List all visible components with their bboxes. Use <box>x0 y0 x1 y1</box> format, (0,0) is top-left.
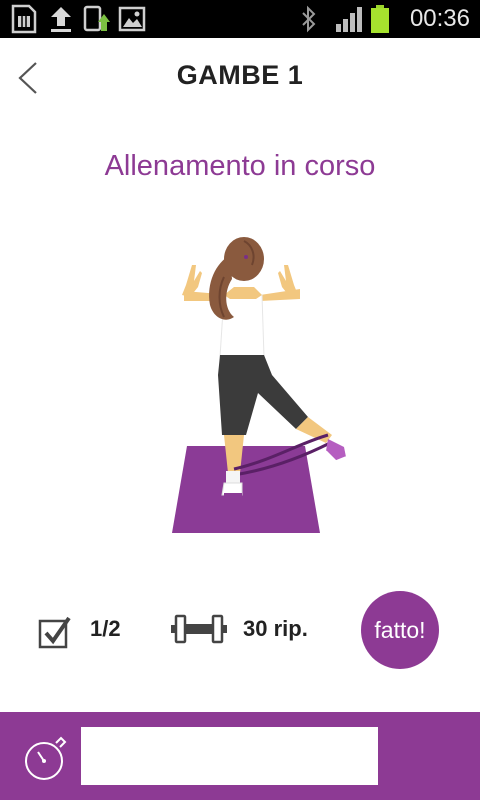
checkbox-checked-icon <box>38 616 71 649</box>
timer-bar <box>0 712 480 800</box>
signal-icon <box>336 7 362 32</box>
leggings <box>218 355 308 435</box>
upload-icon <box>51 7 71 32</box>
exercise-info-row: 1/2 30 rip. fatto! <box>0 590 480 670</box>
reps-count: 30 rip. <box>243 616 308 641</box>
sets-count: 1/2 <box>90 616 121 641</box>
gallery-icon <box>118 6 146 32</box>
exercise-illustration <box>172 237 347 533</box>
phone-sync-icon <box>83 5 110 32</box>
status-bar: 00:36 <box>0 0 480 38</box>
battery-icon <box>371 5 389 33</box>
timer-field[interactable] <box>81 727 378 785</box>
bluetooth-icon <box>302 5 316 33</box>
dumbbell-icon <box>171 614 227 644</box>
workout-status-heading: Allenamento in corso <box>104 150 376 182</box>
stopwatch-icon[interactable] <box>24 735 68 781</box>
status-clock: 00:36 <box>409 5 470 32</box>
page-title: GAMBE 1 <box>176 60 304 90</box>
done-button[interactable]: fatto! <box>361 591 439 669</box>
app-header: GAMBE 1 <box>0 38 480 118</box>
exercise-mat <box>172 446 320 533</box>
sim-card-icon <box>11 4 37 34</box>
